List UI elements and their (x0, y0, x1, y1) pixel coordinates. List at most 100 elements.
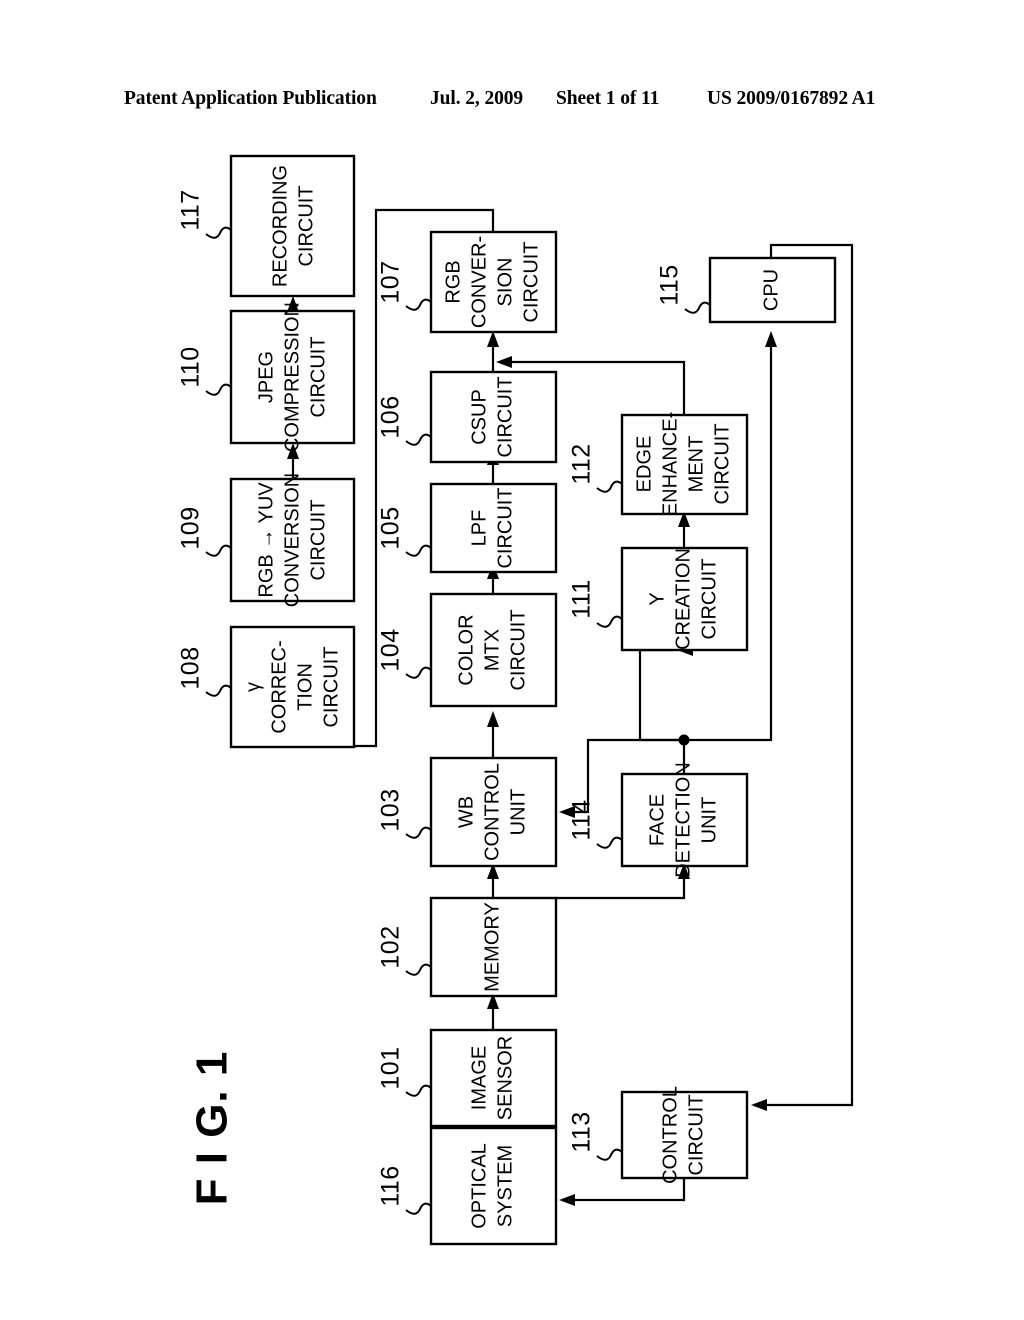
ref-text-107: 107 (377, 260, 405, 303)
block-111-y-creation-circuit[interactable]: Y CREATION CIRCUIT (620, 546, 749, 652)
block-114-face-detection-unit[interactable]: FACE DETECTION UNIT (620, 762, 749, 878)
block-107-rgb-conversion-circuit[interactable]: RGB CONVER- SION CIRCUIT (429, 230, 558, 334)
reference-numeral-108: 108 (177, 646, 232, 697)
reference-numeral-109: 109 (177, 506, 232, 557)
block-116-optical-system[interactable]: OPTICAL SYSTEM (429, 1126, 558, 1246)
reference-numeral-105: 105 (377, 506, 432, 557)
block-109-line-2: CIRCUIT (307, 499, 329, 580)
block-104-line-0: COLOR (455, 614, 477, 685)
ref-text-114: 114 (568, 799, 596, 840)
block-108-line-1: CORREC- (268, 640, 290, 733)
ref-text-101: 101 (377, 1046, 405, 1089)
block-104-line-2: CIRCUIT (507, 609, 529, 690)
ref-text-102: 102 (377, 925, 405, 968)
block-101-line-1: SENSOR (494, 1036, 516, 1120)
block-103-line-2: UNIT (507, 789, 529, 836)
block-115-cpu[interactable]: CPU (708, 256, 837, 324)
arrowhead-to-107 (487, 331, 499, 347)
block-113-control-circuit[interactable]: CONTROL CIRCUIT (620, 1086, 749, 1184)
block-111-line-2: CIRCUIT (698, 558, 720, 639)
reference-numeral-107: 107 (377, 260, 432, 311)
wire-114-to-111 (638, 648, 684, 742)
block-104-color-mtx-circuit[interactable]: COLOR MTX CIRCUIT (429, 592, 558, 708)
block-107-line-1: CONVER- (468, 236, 490, 328)
reference-numeral-111: 111 (568, 579, 623, 628)
patent-figure-page: Patent Application Publication Jul. 2, 2… (0, 0, 1024, 1320)
block-115-line-0: CPU (760, 269, 782, 311)
reference-numeral-116: 116 (377, 1165, 432, 1215)
arrowhead-112-into-107-line (496, 356, 512, 368)
ref-text-106: 106 (377, 395, 405, 438)
block-107-line-3: CIRCUIT (520, 241, 542, 322)
block-114-line-1: DETECTION (672, 762, 694, 878)
block-117-line-1: CIRCUIT (295, 185, 317, 266)
block-101-line-0: IMAGE (468, 1046, 490, 1110)
reference-numeral-110: 110 (177, 346, 232, 396)
reference-numeral-103: 103 (377, 788, 432, 839)
ref-text-116: 116 (377, 1165, 405, 1206)
wire-102-to-114 (556, 866, 686, 900)
reference-numeral-113: 113 (568, 1111, 623, 1161)
block-110-jpeg-compression-circuit[interactable]: JPEG COMPRESSION CIRCUIT (229, 302, 356, 452)
block-110-line-1: COMPRESSION (281, 302, 303, 452)
block-105-lpf-circuit[interactable]: LPF CIRCUIT (429, 482, 558, 574)
block-107-line-0: RGB (442, 260, 464, 303)
arrowhead-to-104 (487, 711, 499, 727)
block-106-csup-circuit[interactable]: CSUP CIRCUIT (429, 370, 558, 464)
figure-label: F I G. 1 (188, 1051, 237, 1206)
block-108-line-2: TION (294, 663, 316, 711)
block-107-line-2: SION (494, 258, 516, 307)
reference-numeral-104: 104 (377, 628, 432, 679)
block-112-edge-enhancement-circuit[interactable]: EDGE ENHANCE- MENT CIRCUIT (620, 412, 749, 516)
block-108-gamma-correction-circuit[interactable]: γ CORREC- TION CIRCUIT (229, 625, 356, 749)
wire-layer (287, 208, 854, 1206)
ref-text-104: 104 (377, 628, 405, 671)
reference-numeral-115: 115 (656, 264, 711, 314)
block-114-line-0: FACE (646, 794, 668, 846)
block-108-line-3: CIRCUIT (320, 646, 342, 727)
reference-numeral-102: 102 (377, 925, 432, 976)
wire-114-to-115 (684, 334, 773, 742)
block-113-line-1: CIRCUIT (685, 1094, 707, 1175)
block-105-line-1: CIRCUIT (494, 487, 516, 568)
reference-numeral-117: 117 (177, 189, 232, 239)
ref-text-103: 103 (377, 788, 405, 831)
ref-text-111: 111 (568, 579, 596, 619)
figure-1-block-diagram: RECORDING CIRCUIT JPEG COMPRESSION CIRCU… (177, 154, 854, 1246)
ref-text-109: 109 (177, 506, 205, 549)
ref-text-113: 113 (568, 1111, 596, 1152)
block-101-image-sensor[interactable]: IMAGE SENSOR (429, 1028, 558, 1128)
block-109-line-0: RGB → YUV (255, 482, 277, 598)
block-103-line-1: CONTROL (481, 763, 503, 861)
block-111-line-0: Y (646, 592, 668, 605)
block-117-recording-circuit[interactable]: RECORDING CIRCUIT (229, 154, 356, 298)
reference-numeral-114: 114 (568, 799, 623, 849)
block-109-rgb-yuv-conversion-circuit[interactable]: RGB → YUV CONVERSION CIRCUIT (229, 473, 356, 607)
block-104-line-1: MTX (481, 629, 503, 671)
block-116-line-0: OPTICAL (468, 1143, 490, 1229)
ref-text-117: 117 (177, 189, 205, 230)
block-105-line-0: LPF (468, 510, 490, 547)
block-103-wb-control-unit[interactable]: WB CONTROL UNIT (429, 756, 558, 868)
block-110-line-2: CIRCUIT (307, 336, 329, 417)
block-102-line-0: MEMORY (481, 902, 503, 992)
reference-numeral-112: 112 (568, 443, 623, 493)
block-116-line-1: SYSTEM (494, 1145, 516, 1227)
block-109-line-1: CONVERSION (281, 473, 303, 607)
ref-text-110: 110 (177, 346, 205, 387)
block-112-line-0: EDGE (633, 436, 655, 493)
junction-dot-114-output (678, 734, 690, 746)
block-106-line-0: CSUP (468, 389, 490, 445)
block-112-line-1: ENHANCE- (659, 412, 681, 516)
block-111-line-1: CREATION (672, 548, 694, 650)
block-114-line-2: UNIT (698, 797, 720, 844)
block-112-line-3: CIRCUIT (711, 423, 733, 504)
block-117-line-0: RECORDING (269, 165, 291, 287)
wire-115-to-113 (754, 243, 854, 1107)
block-102-memory[interactable]: MEMORY (429, 896, 558, 998)
arrowhead-to-115 (765, 331, 777, 347)
block-110-line-0: JPEG (255, 351, 277, 403)
reference-numeral-101: 101 (377, 1046, 432, 1097)
ref-text-105: 105 (377, 506, 405, 549)
block-108-line-0: γ (242, 682, 264, 692)
